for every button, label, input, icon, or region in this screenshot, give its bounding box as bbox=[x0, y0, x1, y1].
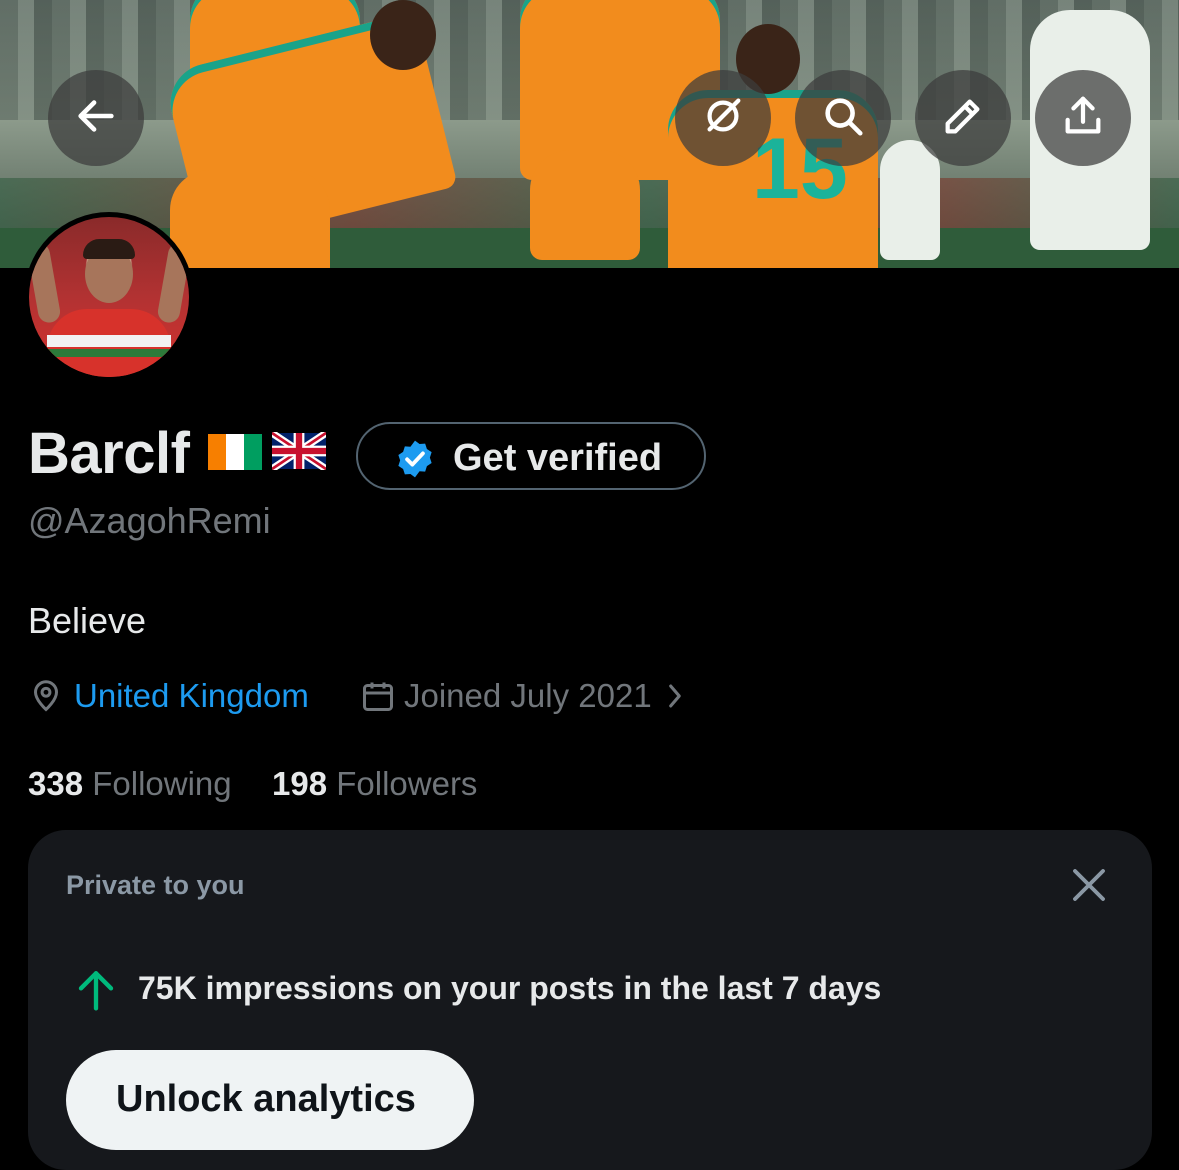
get-verified-button[interactable]: Get verified bbox=[356, 422, 706, 490]
share-button[interactable] bbox=[1035, 70, 1131, 166]
verified-badge-icon bbox=[398, 440, 432, 478]
following-link[interactable]: 338 Following bbox=[28, 765, 232, 803]
impressions-text: 75K impressions on your posts in the las… bbox=[138, 970, 882, 1006]
display-name: Barclf bbox=[28, 421, 190, 486]
unlock-analytics-button[interactable]: Unlock analytics bbox=[66, 1050, 474, 1150]
avatar[interactable] bbox=[24, 212, 194, 382]
profile-joined-date[interactable]: Joined July 2021 bbox=[404, 677, 652, 715]
edit-button[interactable] bbox=[915, 70, 1011, 166]
get-verified-label: Get verified bbox=[453, 437, 663, 479]
search-icon bbox=[820, 93, 866, 144]
private-analytics-card: Private to you 75K impressions on your p… bbox=[28, 830, 1152, 1170]
up-arrow-icon bbox=[78, 971, 114, 1011]
unlock-analytics-label: Unlock analytics bbox=[116, 1078, 416, 1120]
followers-count: 198 bbox=[272, 765, 328, 802]
banner-player bbox=[880, 140, 940, 260]
following-count: 338 bbox=[28, 765, 84, 802]
chevron-right-icon[interactable] bbox=[662, 679, 688, 713]
profile-bio: Believe bbox=[28, 600, 147, 641]
grok-button[interactable] bbox=[675, 70, 771, 166]
search-button[interactable] bbox=[795, 70, 891, 166]
followers-link[interactable]: 198 Followers bbox=[272, 765, 477, 803]
back-button[interactable] bbox=[48, 70, 144, 166]
share-icon bbox=[1060, 93, 1106, 144]
card-title: Private to you bbox=[66, 870, 245, 900]
grok-icon bbox=[700, 93, 746, 144]
close-icon[interactable] bbox=[1068, 864, 1110, 906]
uk-flag-icon bbox=[272, 432, 326, 470]
banner-player-head bbox=[370, 0, 436, 70]
ivory-coast-flag-icon bbox=[208, 434, 262, 470]
profile-location[interactable]: United Kingdom bbox=[74, 677, 309, 715]
avatar-image bbox=[29, 217, 189, 377]
back-arrow-icon bbox=[73, 93, 119, 144]
pencil-icon bbox=[940, 93, 986, 144]
followers-label: Followers bbox=[336, 765, 478, 802]
banner-player bbox=[170, 170, 330, 268]
following-label: Following bbox=[92, 765, 232, 802]
location-pin-icon bbox=[33, 680, 59, 712]
banner-player bbox=[530, 150, 640, 260]
profile-handle: @AzagohRemi bbox=[28, 500, 271, 541]
calendar-icon bbox=[363, 682, 393, 711]
